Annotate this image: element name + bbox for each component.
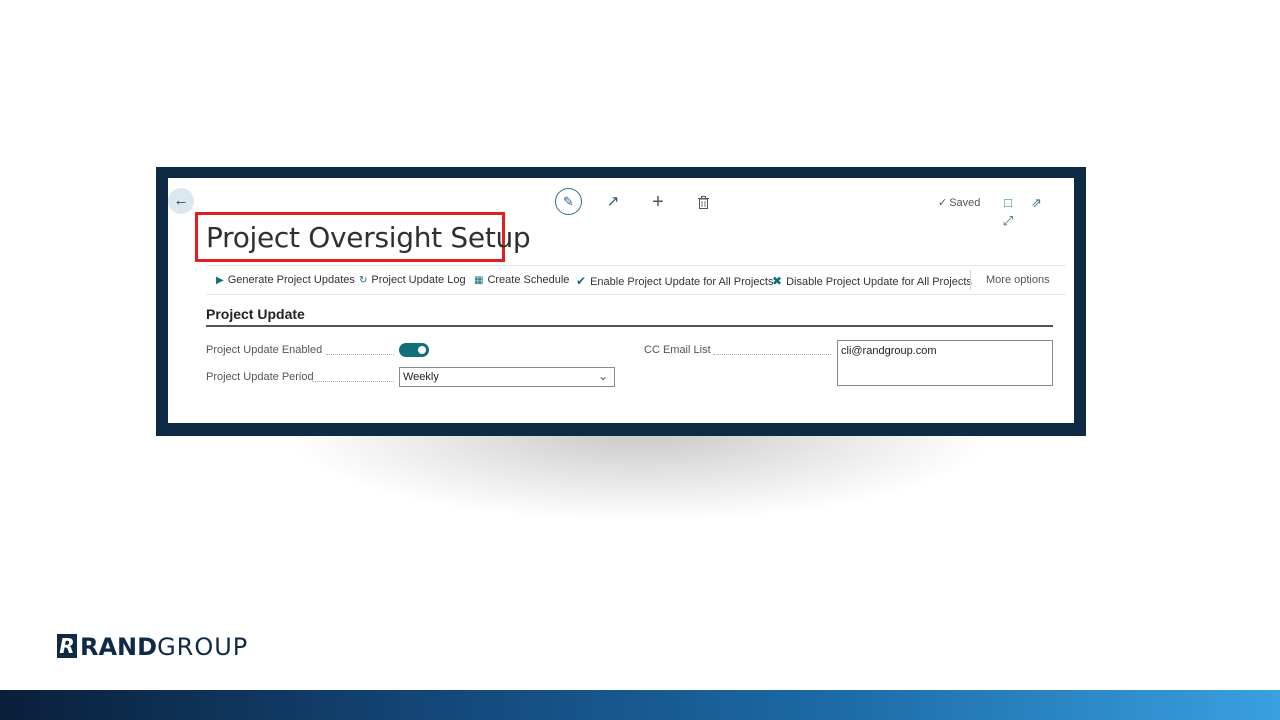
footer-gradient-bar	[0, 690, 1280, 720]
cc-email-list-field[interactable]: cli@randgroup.com	[837, 340, 1053, 386]
project-update-enabled-toggle[interactable]	[399, 343, 429, 357]
cc-email-list-label: CC Email List	[644, 344, 711, 356]
action-label: Create Schedule	[487, 274, 570, 286]
history-icon: ↻	[359, 275, 368, 286]
field-leader-dots	[326, 353, 394, 355]
bookmark-icon[interactable]: □	[996, 195, 1020, 210]
saved-status-label: Saved	[949, 197, 981, 209]
action-bar: ▶ Generate Project Updates ↻ Project Updat…	[206, 265, 1066, 295]
logo-word-light: GROUP	[157, 633, 249, 661]
page-title: Project Oversight Setup	[206, 221, 531, 254]
edit-pencil-icon[interactable]: ✎	[555, 188, 582, 215]
action-label: Generate Project Updates	[227, 274, 355, 286]
project-update-period-select[interactable]: Weekly ⌄	[399, 367, 615, 387]
bc-page: ← ✎ ↗ + ✓ Saved □ ⇗ ⤢ Project Oversight …	[168, 178, 1074, 423]
saved-check-icon: ✓	[938, 197, 948, 209]
enable-all-projects-button[interactable]: ✔ Enable Project Update for All Projects	[576, 274, 774, 288]
action-label: Disable Project Update for All Projects	[786, 276, 972, 288]
section-title: Project Update	[206, 306, 305, 322]
logo-mark: R	[57, 634, 77, 658]
screenshot-frame: ← ✎ ↗ + ✓ Saved □ ⇗ ⤢ Project Oversight …	[156, 167, 1086, 436]
more-options-button[interactable]: More options	[986, 274, 1050, 286]
open-new-window-icon[interactable]: ⇗	[1024, 195, 1048, 211]
randgroup-logo: R RANDGROUP	[57, 634, 248, 662]
create-schedule-button[interactable]: ▦ Create Schedule	[474, 274, 569, 286]
expand-icon[interactable]: ⤢	[996, 213, 1020, 229]
check-icon: ✔	[576, 274, 587, 288]
back-arrow-icon[interactable]: ←	[168, 188, 194, 214]
select-value: Weekly	[403, 371, 439, 383]
generate-project-updates-button[interactable]: ▶ Generate Project Updates	[216, 274, 355, 286]
project-update-log-button[interactable]: ↻ Project Update Log	[359, 274, 466, 286]
play-icon: ▶	[216, 275, 224, 286]
field-leader-dots	[312, 380, 394, 382]
action-label: Project Update Log	[371, 274, 466, 286]
page-window-actions: □ ⇗ ⤢	[996, 194, 1074, 230]
calendar-icon: ▦	[474, 275, 484, 286]
delete-trash-icon[interactable]	[689, 188, 717, 216]
action-label: Enable Project Update for All Projects	[590, 276, 774, 288]
project-update-enabled-label: Project Update Enabled	[206, 344, 323, 356]
saved-status: ✓ Saved	[938, 196, 980, 209]
disable-all-projects-button[interactable]: ✖ Disable Project Update for All Projects	[772, 274, 972, 288]
close-icon: ✖	[772, 274, 783, 288]
toggle-knob	[418, 346, 426, 354]
section-divider	[206, 325, 1053, 327]
share-icon[interactable]: ↗	[599, 188, 627, 216]
field-leader-dots	[713, 353, 831, 355]
cc-email-value: cli@randgroup.com	[841, 345, 937, 357]
chevron-down-icon: ⌄	[597, 369, 608, 383]
project-update-period-label: Project Update Period	[206, 371, 314, 383]
screenshot-shadow	[290, 430, 990, 520]
logo-word-bold: RAND	[80, 633, 158, 661]
action-separator	[970, 270, 971, 290]
add-plus-icon[interactable]: +	[644, 188, 672, 216]
